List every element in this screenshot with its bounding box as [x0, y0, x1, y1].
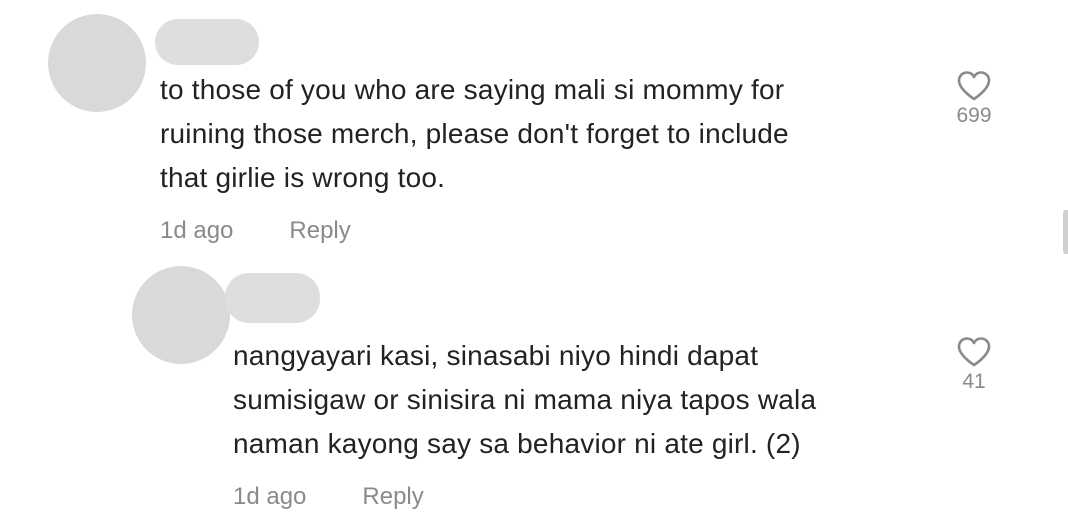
- comment-meta: 1d ago Reply: [160, 217, 351, 245]
- timestamp: 1d ago: [160, 217, 234, 244]
- avatar[interactable]: [48, 14, 146, 112]
- username-placeholder[interactable]: [225, 273, 320, 323]
- reply-button[interactable]: Reply: [362, 483, 423, 511]
- scroll-handle[interactable]: [1063, 210, 1068, 254]
- comment-line: nangyayari kasi, sinasabi niyo hindi dap…: [233, 340, 759, 371]
- avatar[interactable]: [132, 266, 230, 364]
- comment-thread: to those of you who are saying mali si m…: [0, 0, 1068, 529]
- comment-line: sumisigaw or sinisira ni mama niya tapos…: [233, 384, 817, 415]
- reply-button[interactable]: Reply: [289, 217, 350, 245]
- comment-line: that girlie is wrong too.: [160, 162, 446, 193]
- like-count: 41: [962, 370, 986, 393]
- comment-line: naman kayong say sa behavior ni ate girl…: [233, 428, 801, 459]
- like-button[interactable]: 41: [952, 336, 996, 394]
- comment-line: to those of you who are saying mali si m…: [160, 74, 785, 105]
- like-count: 699: [956, 104, 992, 127]
- username-placeholder[interactable]: [155, 19, 259, 65]
- comment-text: nangyayari kasi, sinasabi niyo hindi dap…: [233, 334, 816, 466]
- heart-outline-icon: [957, 337, 991, 367]
- timestamp: 1d ago: [233, 483, 307, 510]
- like-button[interactable]: 699: [952, 70, 996, 128]
- comment-text: to those of you who are saying mali si m…: [160, 68, 789, 200]
- comment-line: ruining those merch, please don't forget…: [160, 118, 789, 149]
- comment-meta: 1d ago Reply: [233, 483, 424, 511]
- heart-outline-icon: [957, 71, 991, 101]
